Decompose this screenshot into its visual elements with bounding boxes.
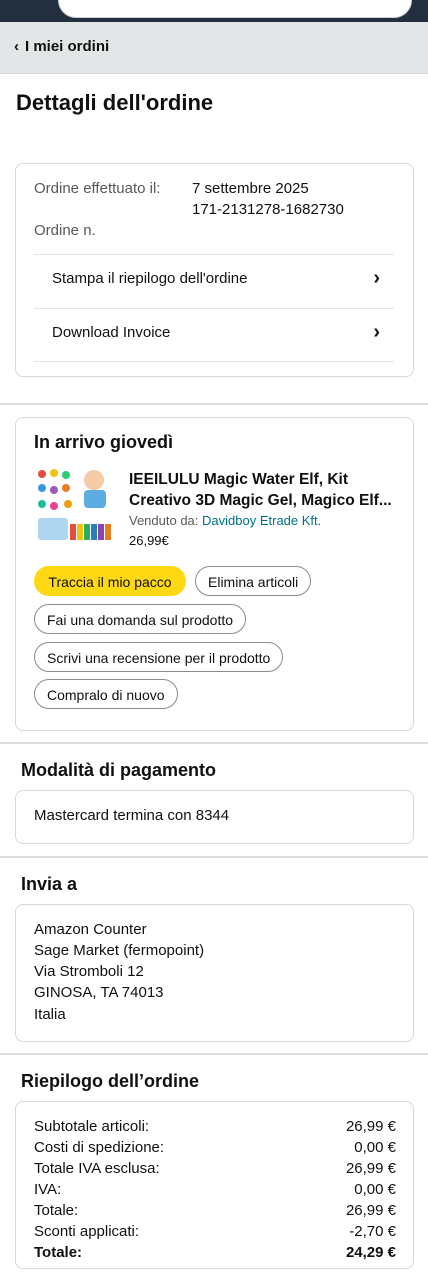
back-label: I miei ordini	[25, 38, 110, 55]
page-title: Dettagli dell'ordine	[16, 90, 214, 115]
summary-value: 26,99 €	[345, 1202, 396, 1219]
summary-total-value: 24,29 €	[345, 1244, 396, 1261]
summary-value: -2,70 €	[349, 1223, 396, 1240]
summary-total-row: Totale: 24,29 €	[34, 1242, 396, 1263]
top-nav-bar	[0, 0, 428, 22]
summary-label: Subtotale articoli:	[34, 1118, 150, 1135]
summary-row: Costi di spedizione: 0,00 €	[34, 1137, 396, 1158]
address-line: Amazon Counter	[34, 921, 147, 938]
product-price: 26,99€	[129, 533, 169, 548]
chevron-left-icon: ‹	[14, 38, 19, 55]
summary-label: Sconti applicati:	[34, 1223, 140, 1240]
download-invoice-label: Download Invoice	[52, 324, 171, 341]
product-image[interactable]	[34, 466, 112, 544]
download-invoice-link[interactable]: Download Invoice ›	[34, 308, 394, 362]
summary-title: Riepilogo dell’ordine	[21, 1071, 200, 1091]
seller-info: Venduto da: Davidboy Etrade Kft.	[129, 512, 321, 530]
summary-label: IVA:	[34, 1181, 62, 1198]
summary-label: Totale:	[34, 1202, 79, 1219]
summary-total-label: Totale:	[34, 1244, 83, 1261]
summary-row: Subtotale articoli: 26,99 €	[34, 1116, 396, 1137]
chevron-right-icon: ›	[373, 321, 380, 343]
section-divider	[0, 742, 428, 744]
sold-by-label: Venduto da:	[129, 513, 199, 528]
summary-row: Totale: 26,99 €	[34, 1200, 396, 1221]
delete-items-button[interactable]: Elimina articoli	[195, 566, 312, 596]
summary-row: Sconti applicati: -2,70 €	[34, 1221, 396, 1242]
chevron-right-icon: ›	[373, 267, 380, 289]
payment-method: Mastercard termina con 8344	[34, 807, 230, 824]
seller-link[interactable]: Davidboy Etrade Kft.	[202, 513, 321, 528]
address-line: Via Stromboli 12	[34, 963, 144, 980]
summary-row: IVA: 0,00 €	[34, 1179, 396, 1200]
breadcrumb: ‹ I miei ordini	[0, 22, 428, 74]
product-title[interactable]: IEEILULU Magic Water Elf, Kit Creativo 3…	[129, 469, 397, 511]
write-review-button[interactable]: Scrivi una recensione per il prodotto	[34, 642, 284, 672]
shipment-status: In arrivo giovedì	[34, 432, 174, 452]
order-date-value: 7 settembre 2025	[192, 180, 309, 197]
summary-row: Totale IVA esclusa: 26,99 €	[34, 1158, 396, 1179]
order-number-label: Ordine n.	[34, 222, 96, 239]
search-input[interactable]	[58, 0, 412, 18]
buy-again-button[interactable]: Compralo di nuovo	[34, 679, 178, 709]
address-line: GINOSA, TA 74013	[34, 984, 164, 1001]
summary-value: 26,99 €	[345, 1118, 396, 1135]
summary-label: Totale IVA esclusa:	[34, 1160, 160, 1177]
summary-value: 0,00 €	[354, 1139, 396, 1156]
payment-title: Modalità di pagamento	[21, 760, 217, 780]
ship-to-title: Invia a	[21, 874, 78, 894]
section-divider	[0, 856, 428, 858]
summary-value: 26,99 €	[345, 1160, 396, 1177]
address-line: Sage Market (fermopoint)	[34, 942, 205, 959]
order-number-value: 171-2131278-1682730	[192, 201, 344, 218]
print-summary-link[interactable]: Stampa il riepilogo dell'ordine ›	[34, 254, 394, 307]
section-divider	[0, 403, 428, 405]
section-divider	[0, 1053, 428, 1055]
track-package-button[interactable]: Traccia il mio pacco	[34, 566, 186, 596]
address-line: Italia	[34, 1006, 66, 1023]
print-summary-label: Stampa il riepilogo dell'ordine	[52, 270, 248, 287]
back-link[interactable]: ‹ I miei ordini	[14, 38, 109, 55]
ask-question-button[interactable]: Fai una domanda sul prodotto	[34, 604, 247, 634]
summary-label: Costi di spedizione:	[34, 1139, 165, 1156]
summary-value: 0,00 €	[354, 1181, 396, 1198]
order-date-label: Ordine effettuato il:	[34, 180, 161, 197]
